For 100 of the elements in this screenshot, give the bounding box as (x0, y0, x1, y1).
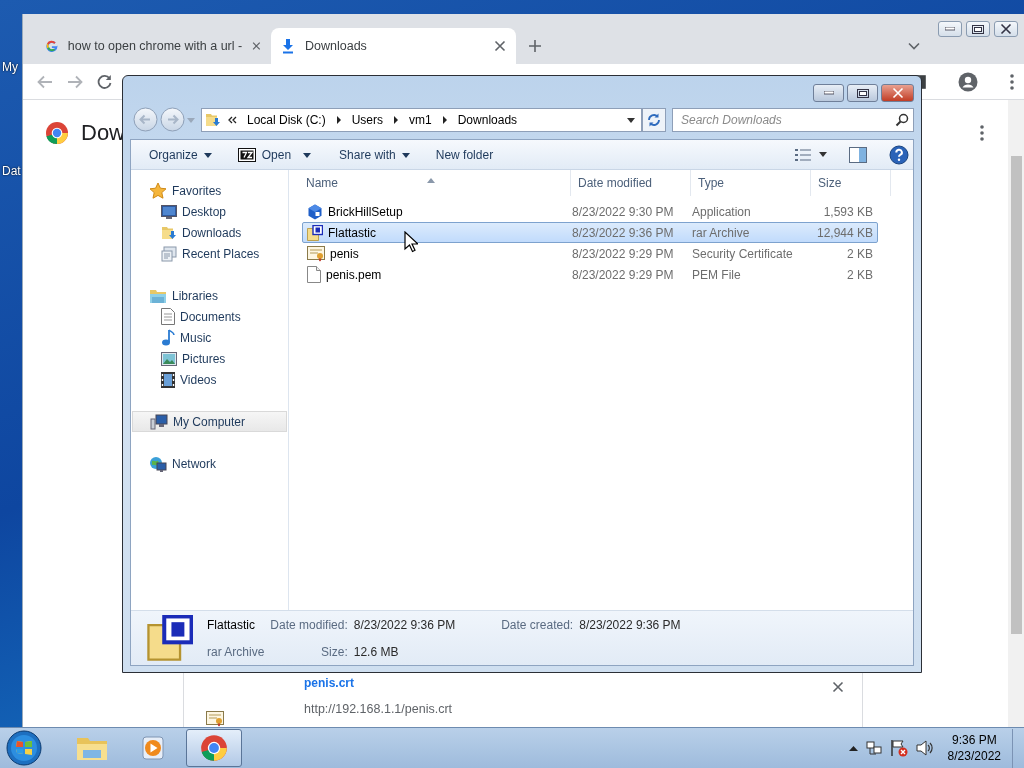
column-header[interactable]: Name (299, 170, 571, 196)
file-row[interactable]: penis 8/23/2022 9:29 PM Security Certificate 2 KB (302, 243, 878, 264)
downloads-folder-icon (205, 111, 221, 128)
remove-download-icon[interactable] (832, 680, 844, 693)
browser-tab[interactable]: how to open chrome with a url - (36, 28, 271, 64)
film-strip-icon (161, 371, 175, 388)
dropdown-icon[interactable] (819, 152, 827, 157)
file-link[interactable]: penis.crt (304, 674, 812, 692)
tab-close-icon[interactable] (252, 40, 261, 52)
breadcrumb-item[interactable]: Users (351, 110, 384, 129)
search-field[interactable]: Search Downloads (672, 107, 914, 132)
detail-file-type: rar Archive (207, 643, 265, 661)
toolbar-button[interactable]: New folder (427, 142, 502, 167)
dropdown-icon[interactable] (203, 152, 212, 158)
star-icon (149, 181, 167, 200)
breadcrumb-arrow-icon (393, 115, 400, 124)
maximize-button[interactable] (847, 84, 878, 102)
detail-value: 8/23/2022 9:36 PM (579, 616, 681, 634)
action-center-flag-icon[interactable] (889, 739, 908, 757)
chrome-logo-icon (45, 120, 69, 145)
file-name: Flattastic (328, 224, 376, 242)
nav-item[interactable]: My Computer (132, 411, 287, 432)
new-tab-icon[interactable] (528, 39, 542, 53)
computer-icon (150, 413, 168, 430)
close-button[interactable] (994, 21, 1018, 37)
preview-pane-icon[interactable] (849, 147, 867, 164)
help-icon[interactable] (889, 144, 909, 165)
network-status-icon[interactable] (865, 740, 882, 756)
table-cell-text: PEM File (691, 266, 742, 284)
picture-frame-icon (161, 351, 177, 366)
downloads-folder-icon (161, 224, 177, 241)
taskbar-button[interactable] (186, 729, 242, 767)
nav-item[interactable]: Pictures (131, 348, 288, 369)
browser-tab[interactable]: Downloads (271, 28, 516, 64)
detail-label: Date created: (501, 616, 574, 634)
profile-icon[interactable] (958, 71, 978, 92)
maximize-button[interactable] (966, 21, 990, 37)
view-options-icon[interactable] (795, 147, 811, 162)
detail-label: Date modified: (270, 616, 348, 634)
table-cell-text: Application (691, 203, 752, 221)
file-name: penis.pem (326, 266, 382, 284)
music-note-icon (161, 328, 175, 347)
close-button[interactable] (881, 84, 914, 102)
refresh-icon[interactable] (646, 111, 662, 128)
reload-icon[interactable] (97, 74, 112, 89)
desktop-icon-label[interactable]: Dat (2, 162, 21, 180)
detail-label: Size: (320, 643, 348, 661)
clock-date[interactable]: 8/23/2022 (947, 748, 1001, 764)
search-icon[interactable] (895, 112, 909, 127)
nav-item[interactable]: Libraries (131, 285, 288, 306)
breadcrumb-item[interactable]: vm1 (409, 110, 432, 129)
breadcrumb-item[interactable]: Downloads (457, 110, 518, 129)
volume-icon[interactable] (915, 740, 934, 756)
nav-item[interactable]: Videos (131, 369, 288, 390)
column-header[interactable]: Type (691, 170, 811, 196)
nav-item[interactable]: Desktop (131, 201, 288, 222)
nav-item[interactable]: Documents (131, 306, 288, 327)
show-hidden-icons-icon[interactable] (848, 745, 858, 751)
nav-item[interactable]: Music (131, 327, 288, 348)
desktop-icon-label[interactable]: My (2, 58, 18, 76)
overflow-chevron-icon[interactable] (227, 115, 237, 124)
menu-icon[interactable] (1010, 73, 1014, 90)
nav-item[interactable]: Downloads (131, 222, 288, 243)
file-row[interactable]: BrickHillSetup 8/23/2022 9:30 PM Application 1,593 KB (302, 201, 878, 222)
toolbar-button[interactable]: Share with (331, 142, 418, 167)
minimize-icon (945, 27, 955, 31)
dropdown-icon[interactable] (401, 152, 410, 158)
file-row[interactable]: Flattastic 8/23/2022 9:36 PM rar Archive 12,944 KB (302, 222, 878, 243)
table-cell-text: 2 KB (846, 245, 874, 263)
column-header[interactable]: Date modified (571, 170, 691, 196)
network-globe-icon (149, 455, 167, 472)
nav-item[interactable]: Recent Places (131, 243, 288, 264)
nav-item[interactable]: Favorites (131, 180, 288, 201)
detail-file-name: Flattastic (207, 616, 256, 634)
pointer-cursor-icon (404, 231, 418, 253)
address-bar[interactable]: Local Disk (C:) Users vm1 Downloads (201, 107, 642, 132)
archive-icon (237, 147, 256, 162)
table-cell-text: 8/23/2022 9:29 PM (571, 266, 675, 284)
monitor-icon (161, 204, 177, 219)
toolbar-button[interactable]: Organize (141, 142, 220, 167)
clock-time[interactable]: 9:36 PM (947, 732, 1001, 748)
file-row[interactable]: penis.pem 8/23/2022 9:29 PM PEM File 2 KB (302, 264, 878, 285)
breadcrumb-arrow-icon (335, 115, 342, 124)
toolbar-button[interactable]: Open (229, 142, 320, 167)
menu-icon[interactable] (980, 124, 984, 141)
breadcrumb-item[interactable]: Local Disk (C:) (247, 110, 326, 129)
tab-search-icon[interactable] (908, 42, 920, 50)
breadcrumb-arrow-icon (441, 115, 448, 124)
download-icon (281, 38, 295, 54)
column-header[interactable]: Size (811, 170, 891, 196)
tab-close-icon[interactable] (494, 40, 506, 52)
scrollbar-thumb[interactable] (1010, 156, 1022, 634)
archive-file-icon (147, 615, 193, 661)
dropdown-icon[interactable] (303, 152, 312, 158)
sort-ascending-icon (427, 178, 435, 184)
scrollbar[interactable] (1008, 100, 1024, 727)
table-cell-text: Security Certificate (691, 245, 794, 263)
dropdown-icon[interactable] (627, 117, 635, 123)
detail-value: 8/23/2022 9:36 PM (353, 616, 456, 634)
nav-item[interactable]: Network (131, 453, 288, 474)
